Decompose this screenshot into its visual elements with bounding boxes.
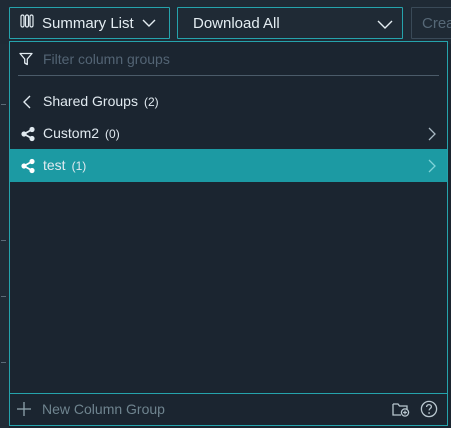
- plus-icon[interactable]: [16, 401, 32, 420]
- chevron-down-icon: [142, 15, 156, 32]
- folder-add-icon[interactable]: [392, 401, 410, 420]
- chevron-down-icon: [377, 17, 393, 34]
- create-button[interactable]: Crea: [411, 7, 451, 39]
- group-row-test[interactable]: test (1): [10, 149, 447, 182]
- shared-groups-text: Shared Groups: [43, 93, 138, 109]
- page: Summary List Download All Crea Filter co…: [0, 0, 451, 428]
- group-row-custom2[interactable]: Custom2 (0): [10, 117, 447, 150]
- chevron-left-icon: [20, 94, 36, 110]
- group-count: (0): [105, 127, 120, 141]
- shared-groups-back-row[interactable]: Shared Groups (2): [10, 85, 447, 118]
- background-edge: [0, 44, 9, 428]
- create-label: Crea: [422, 14, 451, 32]
- download-all-label: Download All: [193, 14, 280, 32]
- share-icon: [20, 126, 36, 142]
- chevron-right-icon: [427, 158, 437, 177]
- edge-mark: [1, 296, 6, 297]
- filter-icon: [19, 52, 33, 71]
- shared-groups-label: Shared Groups (2): [43, 93, 159, 109]
- filter-underline: [18, 75, 439, 76]
- panel-footer: New Column Group: [10, 393, 447, 425]
- group-label: Custom2 (0): [43, 125, 120, 141]
- filter-row: [10, 42, 447, 76]
- new-column-group-button[interactable]: New Column Group: [42, 401, 165, 417]
- columns-icon: [20, 14, 34, 32]
- group-name: Custom2: [43, 125, 100, 141]
- edge-mark: [1, 240, 6, 241]
- edge-mark: [1, 362, 6, 363]
- group-label: test (1): [43, 157, 86, 173]
- edge-mark: [1, 104, 6, 105]
- shared-groups-count: (2): [143, 95, 159, 109]
- share-icon: [20, 158, 36, 174]
- column-groups-panel: Shared Groups (2) Custom2 (0): [9, 41, 448, 426]
- toolbar: Summary List Download All Crea: [0, 0, 451, 44]
- chevron-right-icon: [427, 126, 437, 145]
- help-icon[interactable]: [420, 400, 438, 421]
- group-name: test: [43, 157, 66, 173]
- download-all-select[interactable]: Download All: [177, 7, 403, 39]
- group-count: (1): [71, 159, 87, 173]
- summary-list-label: Summary List: [42, 14, 134, 32]
- filter-input[interactable]: [43, 48, 423, 70]
- summary-list-button[interactable]: Summary List: [9, 7, 170, 39]
